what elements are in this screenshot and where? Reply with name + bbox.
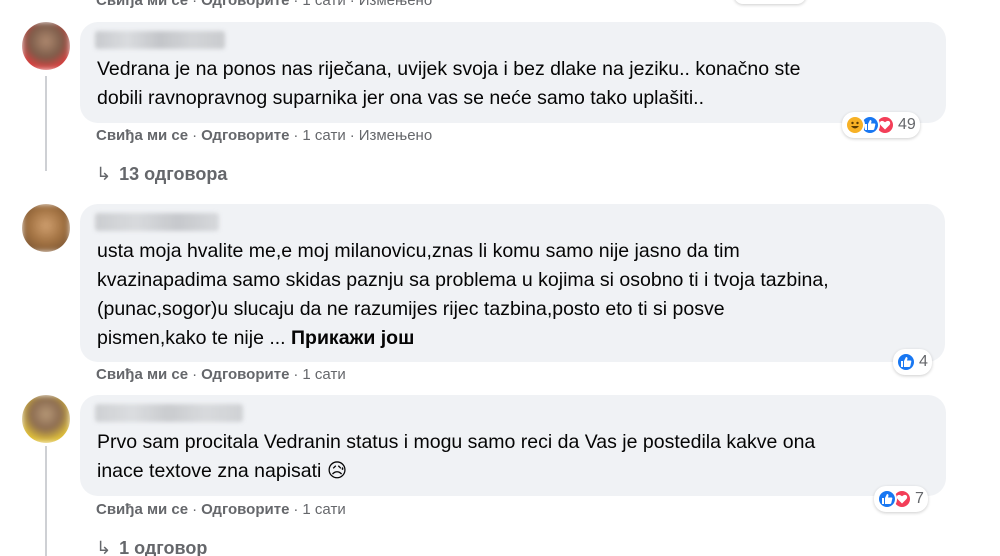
haha-icon [845, 115, 865, 135]
reply-action[interactable]: Одговорите [201, 127, 289, 144]
comment-actions-top: Свиђа ми се · Одговорите · 1 сати · Измењено [96, 0, 432, 9]
edited-label: Измењено [358, 0, 433, 9]
reply-arrow-icon: ↳ [96, 538, 112, 556]
like-icon [896, 352, 916, 372]
thread-line [45, 446, 47, 556]
comment-text: Vedrana je na ponos nas riječana, uvijek… [97, 58, 801, 109]
avatar[interactable] [22, 395, 70, 443]
replies-count: 13 одговора [119, 164, 228, 184]
view-replies-link[interactable]: ↳ 1 одговор [96, 538, 207, 556]
reaction-count: 49 [898, 116, 916, 133]
reply-arrow-icon: ↳ [96, 164, 112, 184]
reactions-summary[interactable]: 4 [893, 349, 932, 375]
reactions-summary[interactable]: 7 [874, 486, 928, 512]
comment-bubble: Prvo sam procitala Vedranin status i mog… [80, 395, 946, 496]
reactions-summary-top[interactable] [734, 0, 806, 4]
comment-time[interactable]: 1 сати [302, 366, 345, 383]
like-icon [877, 489, 897, 509]
like-action[interactable]: Свиђа ми се [96, 0, 188, 9]
commenter-name-blurred[interactable] [95, 404, 243, 422]
comment-text: Prvo sam procitala Vedranin status i mog… [97, 431, 816, 482]
view-replies-link[interactable]: ↳ 13 одговора [96, 164, 227, 185]
avatar[interactable] [22, 22, 70, 70]
comment-actions: Свиђа ми се · Одговорите · 1 сати [96, 501, 346, 518]
comment-bubble: Vedrana je na ponos nas riječana, uvijek… [80, 22, 946, 123]
reaction-count: 7 [915, 490, 924, 507]
comment-time[interactable]: 1 сати [302, 127, 345, 144]
replies-count: 1 одговор [119, 538, 208, 556]
like-action[interactable]: Свиђа ми се [96, 127, 188, 144]
comment-actions: Свиђа ми се · Одговорите · 1 сати [96, 366, 346, 383]
comment-bubble: usta moja hvalite me,e moj milanovicu,zn… [80, 204, 945, 362]
reactions-summary[interactable]: 49 [842, 112, 920, 138]
like-action[interactable]: Свиђа ми се [96, 366, 188, 383]
reply-action[interactable]: Одговорите [201, 366, 289, 383]
avatar[interactable] [22, 204, 70, 252]
reaction-count: 4 [919, 353, 928, 370]
comment-time[interactable]: 1 сати [302, 501, 345, 518]
comment-text: usta moja hvalite me,e moj milanovicu,zn… [97, 240, 829, 349]
edited-label: Измењено [358, 127, 433, 144]
reply-action[interactable]: Одговорите [201, 501, 289, 518]
see-more-link[interactable]: Прикажи још [291, 327, 414, 349]
reply-action[interactable]: Одговорите [201, 0, 289, 9]
sad-face-emoji: 😥 [326, 460, 348, 482]
commenter-name-blurred[interactable] [95, 31, 225, 49]
comment-actions: Свиђа ми се · Одговорите · 1 сати · Измењено [96, 127, 433, 144]
commenter-name-blurred[interactable] [95, 213, 219, 231]
thread-line [45, 76, 47, 171]
like-action[interactable]: Свиђа ми се [96, 501, 188, 518]
comment-time[interactable]: 1 сати [302, 0, 345, 9]
